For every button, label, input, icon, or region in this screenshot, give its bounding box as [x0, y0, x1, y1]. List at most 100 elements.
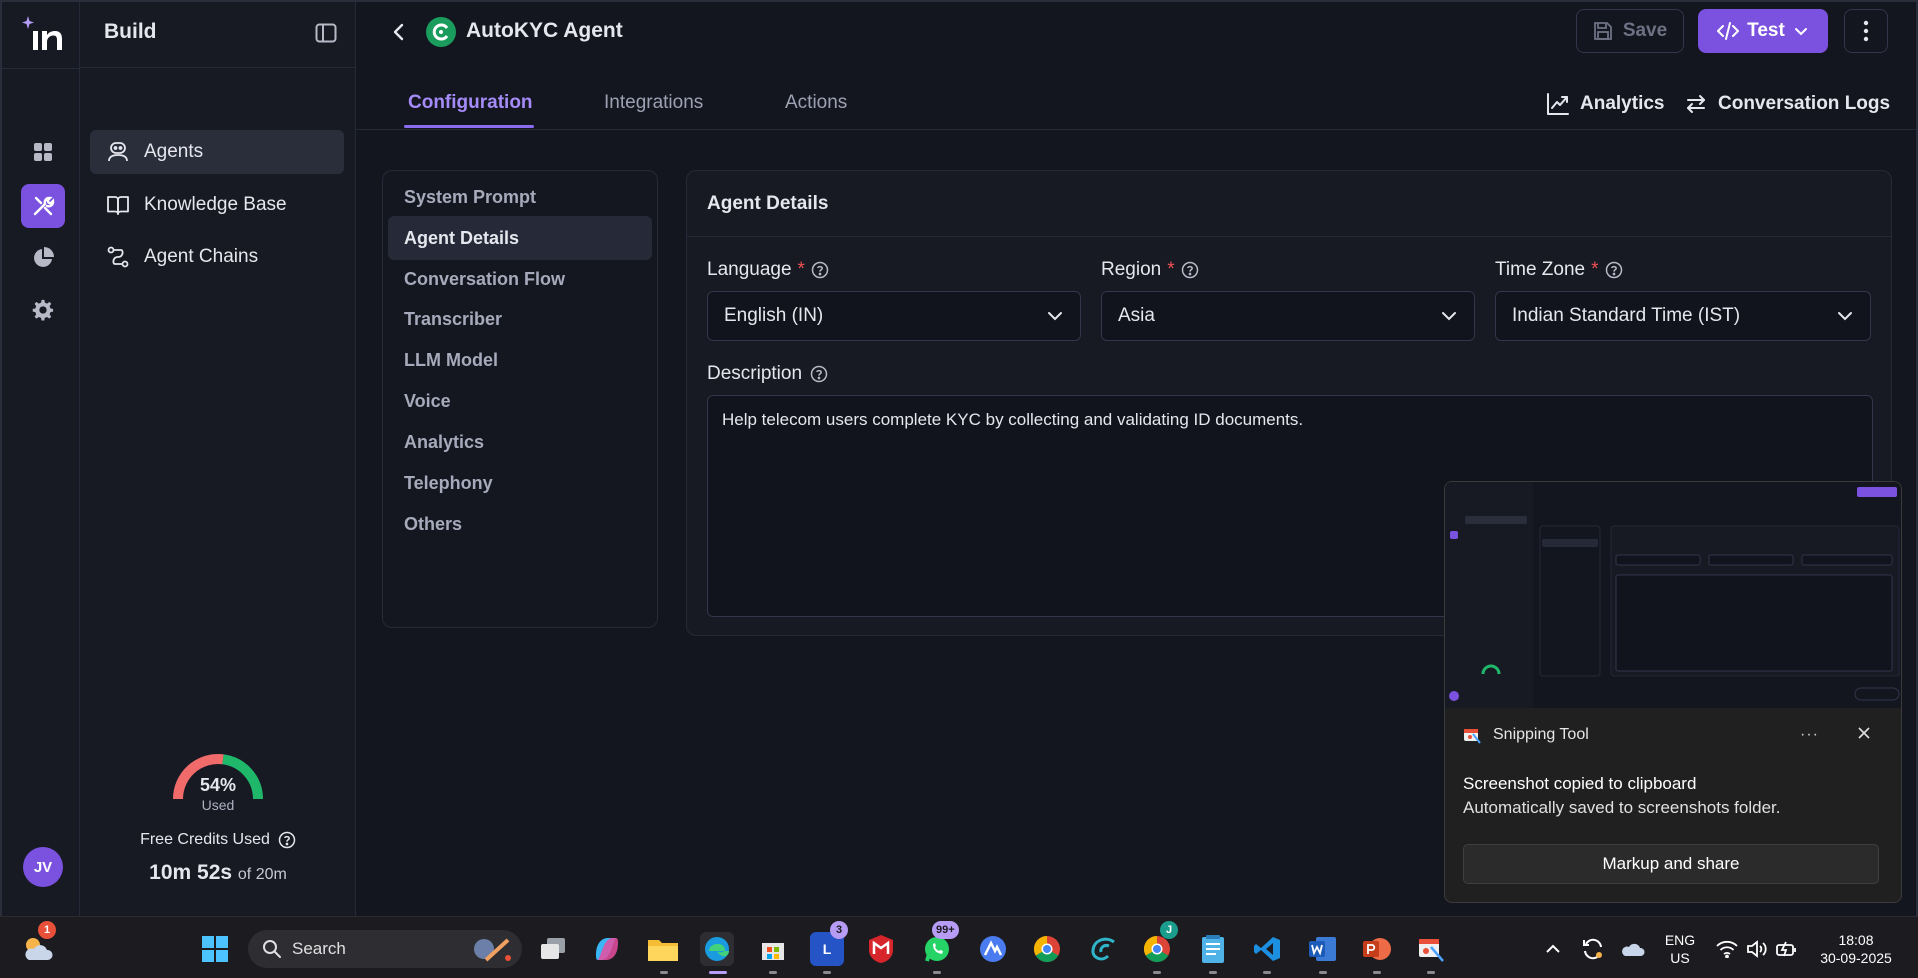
notepad-app[interactable] — [1196, 932, 1230, 966]
running-indicator — [1373, 971, 1381, 974]
sidebar-item-knowledge-base[interactable]: Knowledge Base — [90, 183, 344, 227]
start-button[interactable] — [198, 932, 232, 966]
arrows-exchange-icon — [1687, 95, 1705, 113]
more-vertical-icon — [1863, 20, 1869, 42]
sidebar-item-agent-chains[interactable]: Agent Chains — [90, 235, 344, 279]
time-zone-select[interactable]: Indian Standard Time (IST) — [1495, 291, 1871, 341]
menu-item-others[interactable]: Others — [388, 502, 652, 546]
help-icon[interactable] — [278, 831, 296, 849]
icon-rail: JV — [2, 2, 80, 918]
sidebar-item-agents[interactable]: Agents — [90, 130, 344, 174]
brand-logo — [22, 14, 66, 54]
notification-close-button[interactable] — [1855, 724, 1873, 747]
microsoft-store-app[interactable] — [756, 932, 790, 966]
running-indicator — [769, 971, 777, 974]
menu-item-system-prompt[interactable]: System Prompt — [388, 175, 652, 219]
whatsapp-badge: 99+ — [932, 921, 959, 939]
pie-chart-icon — [34, 247, 54, 267]
powerpoint-app[interactable] — [1360, 932, 1394, 966]
edge-app[interactable] — [700, 932, 734, 966]
region-label: Region * — [1101, 259, 1199, 281]
tray-overflow-button[interactable] — [1536, 932, 1570, 966]
snipping-tool-notification: Snipping Tool ··· Screenshot copied to c… — [1444, 481, 1902, 903]
more-options-button[interactable] — [1844, 9, 1888, 53]
conversation-logs-link[interactable]: Conversation Logs — [1684, 92, 1890, 116]
sync-tray-icon[interactable] — [1576, 932, 1610, 966]
settings-nav-button[interactable] — [21, 288, 65, 332]
dashboard-nav-button[interactable] — [21, 130, 65, 174]
input-language[interactable]: ENG US — [1660, 931, 1700, 967]
menu-item-transcriber[interactable]: Transcriber — [388, 297, 652, 341]
test-button[interactable]: Test — [1698, 9, 1828, 53]
sidebar-item-label: Knowledge Base — [144, 194, 287, 215]
markup-and-share-button[interactable]: Markup and share — [1463, 844, 1879, 884]
wifi-tray-icon[interactable] — [1710, 932, 1744, 966]
running-indicator — [660, 971, 668, 974]
required-marker: * — [1167, 259, 1175, 280]
agent-icon — [108, 142, 128, 162]
agent-avatar — [426, 17, 456, 47]
snipping-tool-app-taskbar[interactable] — [1414, 932, 1448, 966]
credits-time-used: 10m 52s — [149, 861, 233, 884]
credits-gauge: 54% Used — [170, 747, 266, 813]
menu-item-conversation-flow[interactable]: Conversation Flow — [388, 257, 652, 301]
language-code: ENG — [1664, 932, 1696, 948]
floppy-disk-icon — [1593, 22, 1612, 40]
clock[interactable]: 18:08 30-09-2025 — [1808, 931, 1904, 967]
active-app-indicator — [709, 971, 727, 974]
mcafee-app[interactable] — [864, 932, 898, 966]
screenshot-thumbnail[interactable] — [1445, 482, 1901, 708]
code-icon — [1717, 22, 1740, 40]
help-icon[interactable] — [1605, 261, 1623, 279]
snipping-tool-icon — [1419, 939, 1444, 962]
menu-item-llm-model[interactable]: LLM Model — [388, 338, 652, 382]
sidebar-toggle-button[interactable] — [315, 22, 337, 49]
language-select[interactable]: English (IN) — [707, 291, 1081, 341]
battery-tray-icon[interactable] — [1770, 932, 1804, 966]
file-explorer-app[interactable] — [646, 932, 680, 966]
ai-assistant-app[interactable] — [976, 932, 1010, 966]
chart-line-icon — [1547, 93, 1569, 115]
tab-integrations[interactable]: Integrations — [604, 92, 703, 114]
search-highlight-icon — [474, 938, 511, 962]
description-label: Description — [707, 363, 828, 385]
help-icon[interactable] — [811, 261, 829, 279]
help-icon[interactable] — [1181, 261, 1199, 279]
task-view-button[interactable] — [536, 932, 570, 966]
running-indicator — [823, 971, 831, 974]
vscode-app[interactable] — [1250, 932, 1284, 966]
reports-nav-button[interactable] — [21, 236, 65, 280]
close-icon — [1858, 727, 1870, 739]
back-button[interactable] — [388, 21, 410, 48]
time-zone-value: Indian Standard Time (IST) — [1512, 305, 1741, 326]
taskbar-search[interactable]: Search — [248, 930, 522, 968]
chain-icon — [107, 246, 129, 268]
mcafee-shield-icon — [869, 935, 893, 963]
network-cloud-tray-icon[interactable] — [1616, 932, 1650, 966]
chrome-app[interactable] — [1030, 932, 1064, 966]
copilot-app[interactable] — [590, 932, 624, 966]
notepad-icon — [1202, 935, 1224, 963]
notification-more-button[interactable]: ··· — [1800, 726, 1819, 744]
word-app[interactable] — [1306, 932, 1340, 966]
tab-actions[interactable]: Actions — [785, 92, 847, 114]
menu-item-agent-details[interactable]: Agent Details — [388, 216, 652, 260]
menu-item-voice[interactable]: Voice — [388, 379, 652, 423]
menu-item-telephony[interactable]: Telephony — [388, 461, 652, 505]
user-avatar[interactable]: JV — [23, 847, 63, 887]
tab-configuration[interactable]: Configuration — [408, 92, 533, 114]
panel-title: Agent Details — [687, 171, 1891, 237]
help-icon[interactable] — [810, 365, 828, 383]
save-button[interactable]: Save — [1576, 9, 1684, 53]
analytics-link[interactable]: Analytics — [1546, 92, 1664, 116]
language-label: Language * — [707, 259, 829, 281]
credits-label-row: Free Credits Used — [80, 831, 356, 849]
region-select[interactable]: Asia — [1101, 291, 1475, 341]
teams-like-app[interactable] — [1086, 932, 1120, 966]
sync-icon — [1583, 938, 1602, 960]
volume-tray-icon[interactable] — [1740, 932, 1774, 966]
credits-time-total: of 20m — [237, 866, 287, 883]
chevron-down-icon — [1048, 312, 1062, 321]
build-nav-button[interactable] — [21, 184, 65, 228]
menu-item-analytics[interactable]: Analytics — [388, 420, 652, 464]
